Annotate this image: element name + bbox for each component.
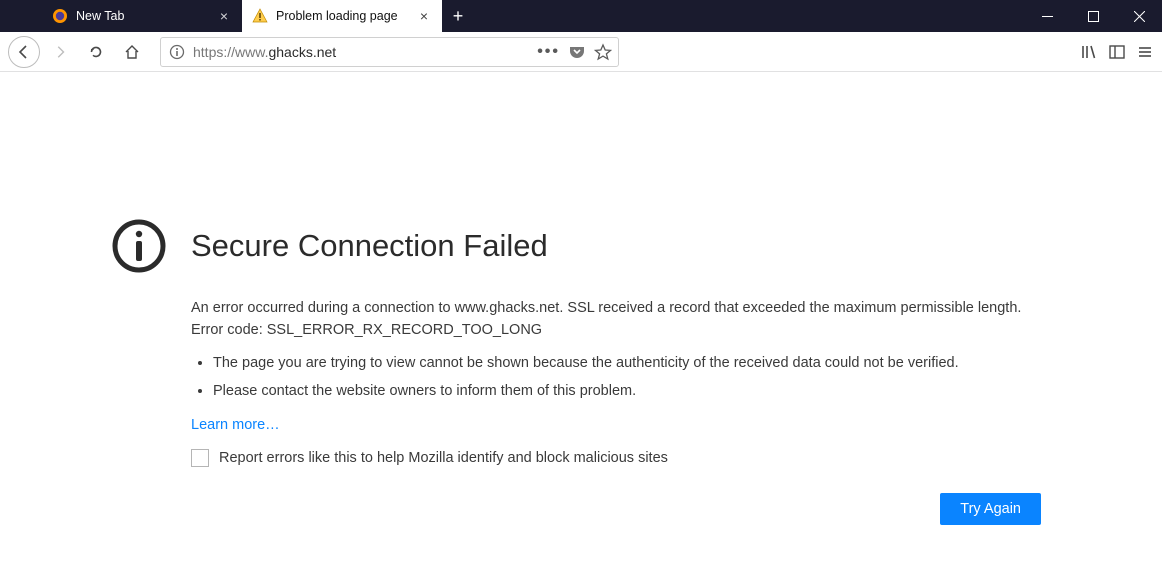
url-bar[interactable]: https://www.ghacks.net •••: [160, 37, 619, 67]
close-window-button[interactable]: [1116, 0, 1162, 32]
urlbar-actions: •••: [537, 43, 612, 61]
url-scheme: https://www.: [193, 44, 268, 60]
firefox-icon: [52, 8, 68, 24]
tab-label: Problem loading page: [276, 9, 416, 23]
info-icon: [111, 218, 167, 274]
toolbar: https://www.ghacks.net •••: [0, 32, 1162, 72]
page-content: Secure Connection Failed An error occurr…: [0, 72, 1162, 525]
home-button[interactable]: [116, 36, 148, 68]
window-controls: [1024, 0, 1162, 32]
new-tab-button[interactable]: +: [442, 0, 474, 32]
error-bullet: Please contact the website owners to inf…: [213, 380, 1051, 402]
report-label: Report errors like this to help Mozilla …: [219, 450, 668, 466]
identity-info-icon[interactable]: [167, 44, 187, 60]
library-icon[interactable]: [1080, 43, 1098, 61]
back-button[interactable]: [8, 36, 40, 68]
maximize-button[interactable]: [1070, 0, 1116, 32]
close-icon[interactable]: ×: [216, 8, 232, 24]
url-text: https://www.ghacks.net: [193, 44, 537, 60]
tab-problem-loading[interactable]: Problem loading page ×: [242, 0, 442, 32]
reload-button[interactable]: [80, 36, 112, 68]
error-description: An error occurred during a connection to…: [191, 298, 1051, 342]
minimize-button[interactable]: [1024, 0, 1070, 32]
tab-label: New Tab: [76, 9, 216, 23]
error-title: Secure Connection Failed: [191, 228, 548, 264]
error-bullets: The page you are trying to view cannot b…: [213, 352, 1051, 403]
warning-icon: [252, 8, 268, 24]
tab-strip: New Tab × Problem loading page × +: [0, 0, 474, 32]
page-actions-icon[interactable]: •••: [537, 43, 560, 61]
tab-new-tab[interactable]: New Tab ×: [42, 0, 242, 32]
url-host: ghacks.net: [268, 44, 336, 60]
try-again-button[interactable]: Try Again: [940, 493, 1041, 525]
menu-icon[interactable]: [1136, 43, 1154, 61]
sidebar-icon[interactable]: [1108, 43, 1126, 61]
report-checkbox[interactable]: [191, 449, 209, 467]
pocket-icon[interactable]: [568, 43, 586, 61]
forward-button[interactable]: [44, 36, 76, 68]
toolbar-right: [1080, 43, 1154, 61]
titlebar: New Tab × Problem loading page × +: [0, 0, 1162, 32]
close-icon[interactable]: ×: [416, 8, 432, 24]
bookmark-star-icon[interactable]: [594, 43, 612, 61]
error-bullet: The page you are trying to view cannot b…: [213, 352, 1051, 374]
learn-more-link[interactable]: Learn more…: [191, 417, 280, 433]
